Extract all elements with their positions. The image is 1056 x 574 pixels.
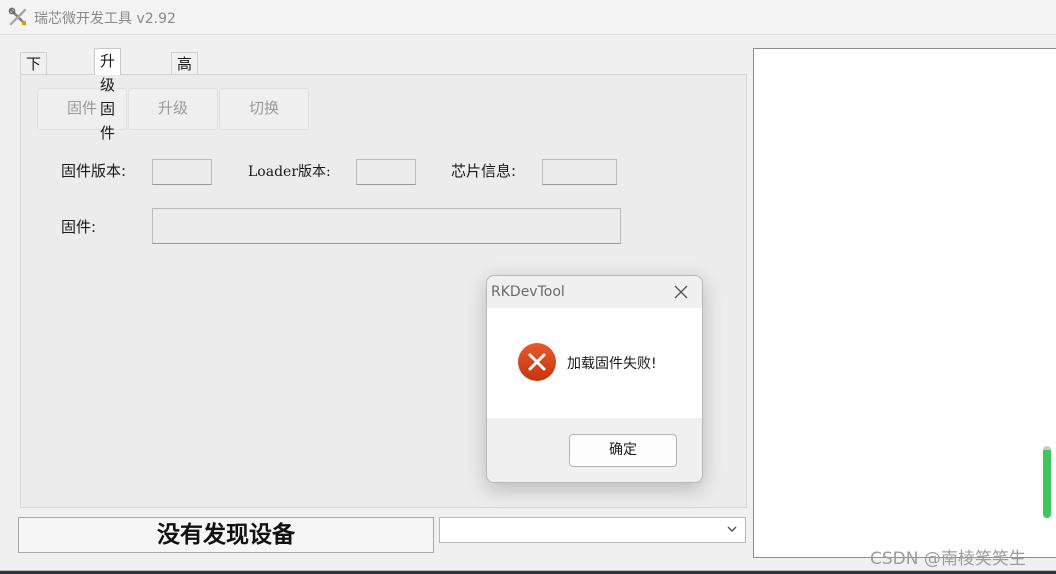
dialog-title: RKDevTool (491, 284, 565, 300)
chip-info-field (542, 159, 617, 185)
main-window: 瑞芯微开发工具 v2.92 下载镜像 升级固件 高级功能 固件 升级 切换 固件… (0, 0, 1056, 571)
log-output-area[interactable] (753, 48, 1056, 558)
firmware-path-field (152, 208, 621, 244)
watermark-text: CSDN @南棱笑笑生 (870, 549, 1026, 569)
tab-upgrade-firmware[interactable]: 升级固件 (94, 48, 122, 142)
chevron-down-icon[interactable] (725, 522, 739, 536)
chip-info-label: 芯片信息: (451, 162, 517, 180)
firmware-path-label: 固件: (61, 218, 97, 236)
title-bar: 瑞芯微开发工具 v2.92 (0, 0, 1056, 35)
error-icon (518, 343, 556, 381)
tab-download-image[interactable]: 下载镜像 (20, 52, 48, 139)
ok-button[interactable]: 确定 (569, 434, 677, 467)
log-scrollbar-fill (1043, 449, 1051, 518)
error-dialog: RKDevTool 加载固件失败! 确定 (486, 275, 703, 483)
device-select[interactable] (439, 517, 746, 543)
loader-version-label: Loader版本: (248, 164, 331, 180)
dialog-body: 加载固件失败! (487, 308, 702, 418)
dialog-message: 加载固件失败! (567, 356, 657, 372)
loader-version-field (356, 159, 416, 185)
tab-advanced-functions[interactable]: 高级功能 (171, 52, 199, 139)
switch-button[interactable]: 切换 (219, 88, 309, 130)
log-scrollbar[interactable] (1043, 446, 1051, 518)
firmware-version-field (152, 159, 212, 185)
firmware-version-label: 固件版本: (61, 162, 127, 180)
tools-icon (8, 7, 27, 26)
device-status-box: 没有发现设备 (18, 517, 434, 553)
window-title: 瑞芯微开发工具 v2.92 (34, 11, 176, 27)
upgrade-button[interactable]: 升级 (128, 88, 218, 130)
close-icon[interactable] (673, 284, 689, 300)
